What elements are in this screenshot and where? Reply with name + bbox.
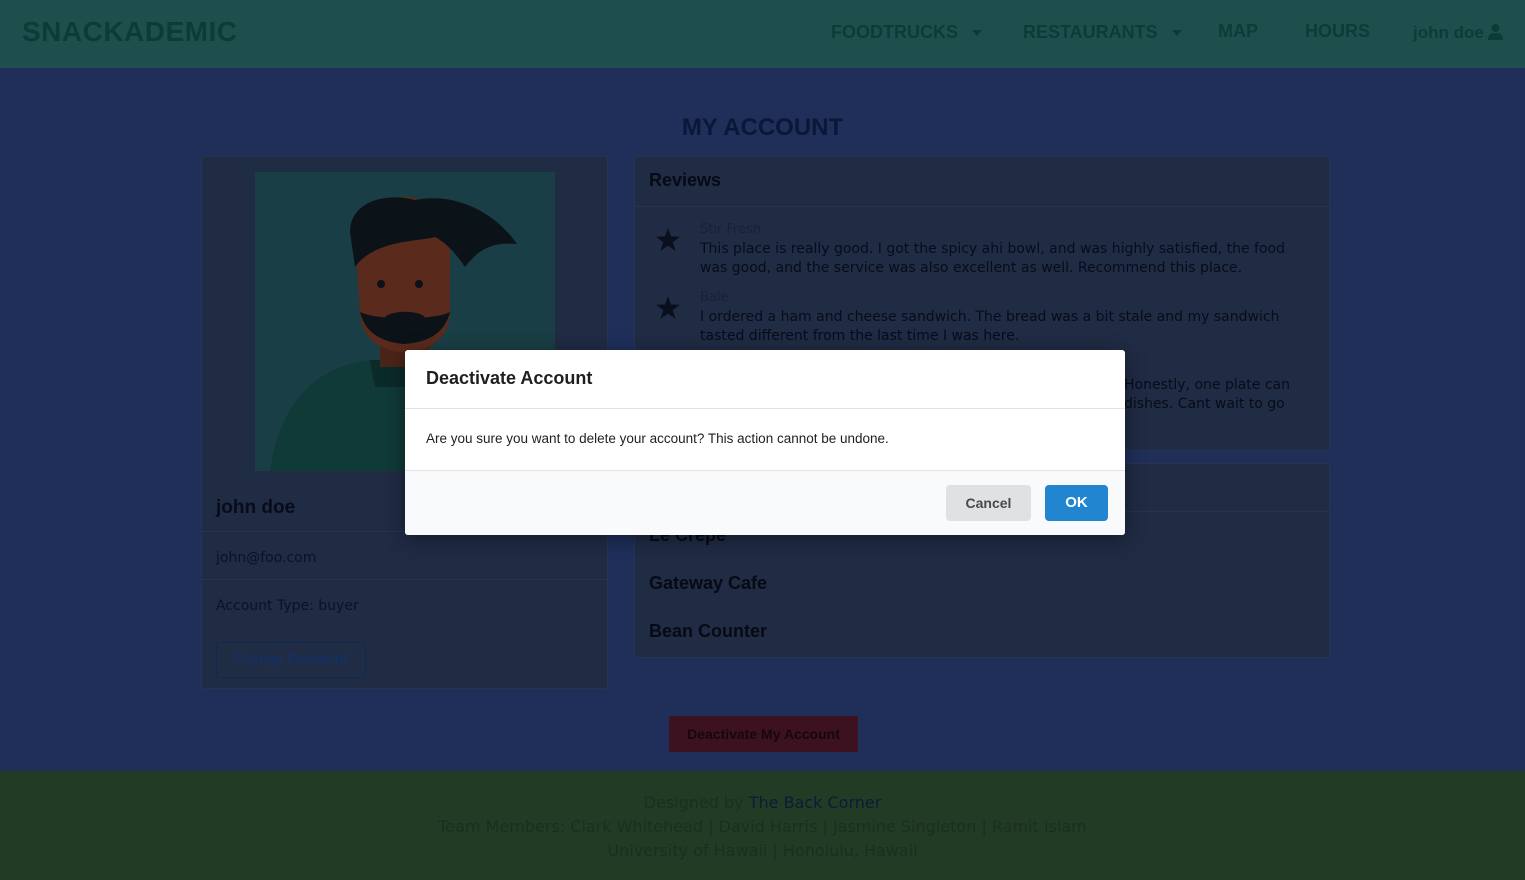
modal-actions: Cancel OK — [405, 470, 1125, 535]
deactivate-modal: Deactivate Account Are you sure you want… — [405, 350, 1125, 535]
modal-title: Deactivate Account — [426, 368, 593, 388]
modal-header: Deactivate Account — [405, 350, 1125, 409]
ok-button[interactable]: OK — [1045, 485, 1108, 521]
modal-message: Are you sure you want to delete your acc… — [426, 431, 889, 446]
cancel-button[interactable]: Cancel — [946, 485, 1031, 521]
